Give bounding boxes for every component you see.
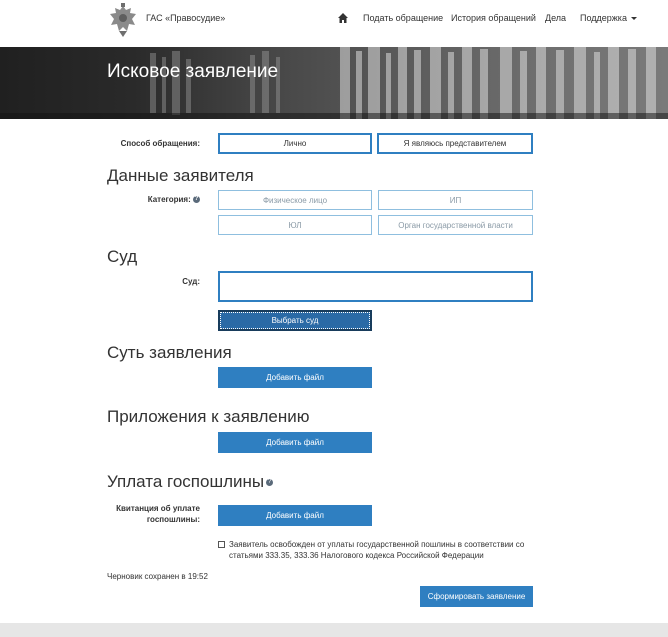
banner-shelves-image <box>0 47 668 119</box>
submit-application-button[interactable]: Сформировать заявление <box>420 586 533 607</box>
help-icon[interactable]: ? <box>266 479 274 487</box>
help-icon[interactable]: ? <box>193 196 200 204</box>
section-attachments-title: Приложения к заявлению <box>107 407 310 426</box>
banner <box>0 47 668 119</box>
nav-support-label: Поддержка <box>580 13 627 23</box>
method-personal-button[interactable]: Лично <box>218 133 372 154</box>
chevron-down-icon <box>630 17 637 21</box>
page-title: Исковое заявление <box>107 61 279 82</box>
attachments-add-file-button[interactable]: Добавить файл <box>218 432 372 453</box>
section-fee-title-text: Уплата госпошлины <box>107 472 265 491</box>
category-label: Категория: ? <box>100 195 200 204</box>
choose-court-button[interactable]: Выбрать суд <box>218 310 372 331</box>
receipt-add-file-label: Добавить файл <box>266 511 324 520</box>
method-label: Способ обращения: <box>120 139 200 148</box>
home-icon[interactable] <box>338 11 348 23</box>
receipt-label-line-2: госпошлины: <box>146 515 200 524</box>
category-individual-label: Физическое лицо <box>262 195 328 205</box>
section-court-title: Суд <box>107 247 138 266</box>
nav-cases[interactable]: Дела <box>545 13 566 23</box>
attachments-add-file-label: Добавить файл <box>266 438 324 447</box>
receipt-label-line-1: Квитанция об уплате <box>116 504 200 513</box>
category-legal-entity-button[interactable]: ЮЛ <box>218 215 372 235</box>
essence-add-file-label: Добавить файл <box>266 373 324 382</box>
method-personal-label: Лично <box>283 139 307 148</box>
submit-application-label: Сформировать заявление <box>427 592 526 601</box>
exempt-text-line-2: статьями 333.35, 333.36 Налогового кодек… <box>229 551 484 560</box>
essence-add-file-button[interactable]: Добавить файл <box>218 367 372 388</box>
exempt-checkbox[interactable] <box>218 541 225 548</box>
emblem-logo[interactable] <box>107 3 139 37</box>
category-ip-button[interactable]: ИП <box>378 190 533 210</box>
category-ip-label: ИП <box>449 195 462 205</box>
footer <box>0 623 668 637</box>
category-government-button[interactable]: Орган государственной власти <box>378 215 533 235</box>
nav-support[interactable]: Поддержка <box>580 13 637 23</box>
choose-court-label: Выбрать суд <box>271 316 319 325</box>
receipt-add-file-button[interactable]: Добавить файл <box>218 505 372 526</box>
section-essence-title: Суть заявления <box>107 343 232 362</box>
site-name[interactable]: ГАС «Правосудие» <box>146 13 225 23</box>
court-input[interactable] <box>218 271 533 302</box>
section-applicant-title: Данные заявителя <box>107 166 254 185</box>
category-individual-button[interactable]: Физическое лицо <box>218 190 372 210</box>
nav-submit[interactable]: Подать обращение <box>363 13 443 23</box>
method-representative-button[interactable]: Я являюсь представителем <box>377 133 533 154</box>
exempt-text: Заявитель освобожден от уплаты государст… <box>229 539 524 561</box>
exempt-text-line-1: Заявитель освобожден от уплаты государст… <box>229 540 525 549</box>
receipt-label: Квитанция об уплате госпошлины: <box>100 503 200 525</box>
method-representative-label: Я являюсь представителем <box>403 139 507 148</box>
section-fee-title: Уплата госпошлины? <box>107 472 274 492</box>
category-legal-entity-label: ЮЛ <box>288 220 302 230</box>
category-government-label: Орган государственной власти <box>398 220 513 230</box>
nav-history[interactable]: История обращений <box>451 13 536 23</box>
draft-status: Черновик сохранен в 19:52 <box>107 572 208 581</box>
court-label: Суд: <box>182 277 200 286</box>
category-label-text: Категория: <box>147 195 191 204</box>
